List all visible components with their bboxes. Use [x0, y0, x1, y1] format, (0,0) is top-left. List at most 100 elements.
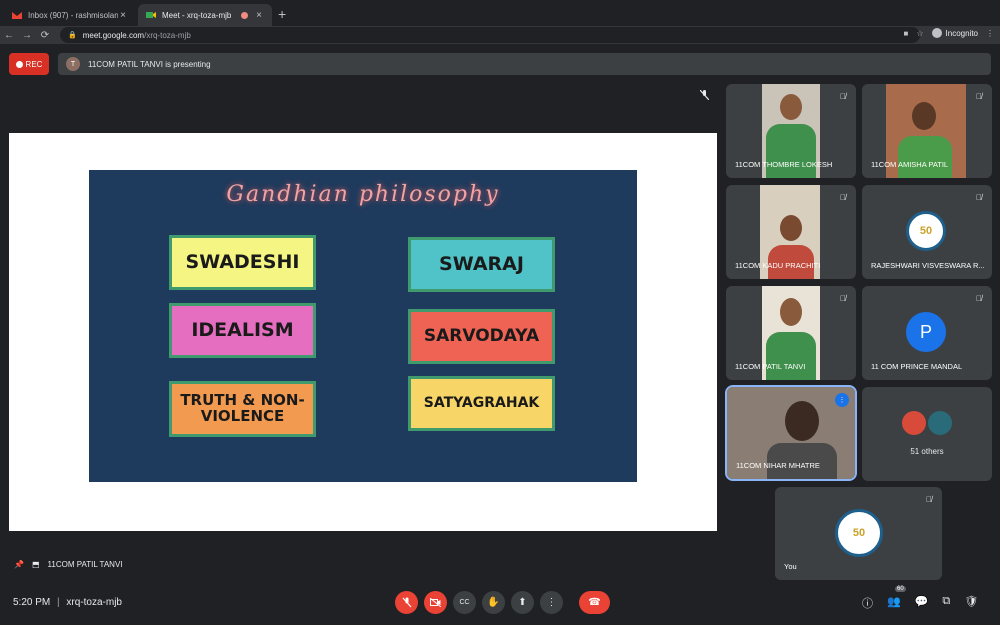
- mic-off-icon: 🎙̸: [840, 294, 846, 303]
- people-icon: 👥: [887, 596, 901, 608]
- host-controls-button[interactable]: 🛡: [964, 595, 978, 611]
- meeting-controls-bar: 5:20 PM | xrq-toza-mjb CC ✋ ⬆ ⋮ ☎ ⓘ 👥 60…: [0, 586, 1000, 618]
- participant-name: 11COM AMISHA PATIL: [871, 160, 949, 169]
- card-swadeshi: SWADESHI: [169, 235, 316, 290]
- participant-avatar: [928, 411, 952, 435]
- presenting-banner: T 11COM PATIL TANVI is presenting: [58, 53, 991, 75]
- presenting-text: 11COM PATIL TANVI is presenting: [88, 59, 211, 69]
- tab-meet[interactable]: Meet - xrq-toza-mjb ×: [138, 4, 272, 26]
- present-screen-icon[interactable]: ⬒: [32, 560, 40, 569]
- activities-button[interactable]: ⧉: [942, 595, 950, 611]
- participant-tile[interactable]: 🎙̸ 11COM KADU PRACHITI: [726, 185, 856, 279]
- self-tile[interactable]: 50 🎙̸ You: [775, 487, 942, 580]
- mic-off-icon: 🎙̸: [976, 193, 982, 202]
- recording-indicator-icon: [241, 11, 248, 19]
- participant-name: 11COM NIHAR MHATRE: [736, 461, 820, 470]
- reload-button[interactable]: ⟳: [36, 30, 54, 41]
- gmail-icon: [12, 12, 22, 19]
- mic-off-icon: 🎙̸: [840, 193, 846, 202]
- more-options-button[interactable]: ⋮: [540, 591, 563, 614]
- tab-gmail[interactable]: Inbox (907) - rashmisolanki@m ×: [4, 4, 136, 26]
- card-swaraj: SWARAJ: [408, 237, 555, 292]
- participant-tile[interactable]: 🎙̸ 11COM AMISHA PATIL: [862, 84, 992, 178]
- toolbar-right: ■ ☆ Incognito ⋮: [904, 28, 994, 38]
- address-bar[interactable]: 🔒 meet.google.com /xrq-toza-mjb: [60, 27, 920, 43]
- participant-tile[interactable]: 🎙̸ 11COM PATIL TANVI: [726, 286, 856, 380]
- participant-tile[interactable]: P 🎙̸ 11 COM PRINCE MANDAL: [862, 286, 992, 380]
- new-tab-button[interactable]: +: [278, 6, 286, 22]
- school-logo-avatar: 50: [906, 211, 946, 251]
- presenter-name: 11COM PATIL TANVI: [47, 560, 123, 569]
- self-name: You: [784, 562, 797, 571]
- tab-title: Inbox (907) - rashmisolanki@m: [28, 10, 118, 20]
- others-avatars: [902, 411, 952, 435]
- participant-avatar: [902, 411, 926, 435]
- card-idealism: IDEALISM: [169, 303, 316, 358]
- close-tab-icon[interactable]: ×: [254, 10, 264, 21]
- right-controls: ⓘ 👥 60 💬 ⧉ 🛡: [862, 586, 978, 611]
- presenter-avatar: T: [66, 57, 80, 71]
- mic-off-icon: 🎙̸: [976, 294, 982, 303]
- leave-call-button[interactable]: ☎: [579, 591, 610, 614]
- close-tab-icon[interactable]: ×: [118, 10, 128, 21]
- participant-tile[interactable]: 🎙̸ 11COM THOMBRE LOKESH: [726, 84, 856, 178]
- people-button[interactable]: 👥 60: [887, 586, 906, 611]
- card-sarvodaya: SARVODAYA: [408, 309, 555, 364]
- others-tile[interactable]: 51 others: [862, 387, 992, 481]
- record-dot-icon: [15, 60, 23, 68]
- card-satyagrahak: SATYAGRAHAK: [408, 376, 555, 431]
- meeting-code: xrq-toza-mjb: [66, 597, 122, 608]
- card-truth-non-violence: TRUTH & NON-VIOLENCE: [169, 381, 316, 437]
- tab-title: Meet - xrq-toza-mjb: [162, 10, 232, 20]
- mic-off-icon: 🎙̸: [926, 495, 932, 504]
- mic-off-icon: 🎙̸: [976, 92, 982, 101]
- meet-icon: [146, 12, 156, 18]
- browser-toolbar: ← → ⟳ 🔒 meet.google.com /xrq-toza-mjb ■ …: [0, 26, 1000, 44]
- slide-title: Gandhian philosophy: [226, 182, 500, 207]
- camera-off-icon: [430, 598, 441, 607]
- people-count-badge: 60: [895, 586, 906, 592]
- incognito-indicator[interactable]: Incognito: [931, 28, 978, 38]
- participant-name: 11COM PATIL TANVI: [735, 362, 806, 371]
- mic-off-button[interactable]: [395, 591, 418, 614]
- participant-name: RAJESHWARI VISVESWARA R...: [871, 261, 985, 270]
- star-icon[interactable]: ☆: [916, 29, 923, 38]
- present-now-button[interactable]: ⬆: [511, 591, 534, 614]
- rec-label: REC: [25, 59, 43, 69]
- meeting-time: 5:20 PM: [13, 597, 51, 608]
- url-path: /xrq-toza-mjb: [144, 30, 191, 40]
- forward-button[interactable]: →: [18, 30, 36, 41]
- participant-name: 11 COM PRINCE MANDAL: [871, 362, 963, 371]
- speaking-indicator-icon: ⋮: [835, 393, 849, 407]
- raise-hand-button[interactable]: ✋: [482, 591, 505, 614]
- others-count: 51 others: [910, 447, 944, 456]
- url-host: meet.google.com: [82, 30, 145, 40]
- chat-button[interactable]: 💬: [915, 595, 929, 611]
- participant-tile-active-speaker[interactable]: ⋮ 11COM NIHAR MHATRE: [725, 385, 857, 481]
- back-button[interactable]: ←: [0, 30, 18, 41]
- presentation-stage: Gandhian philosophy SWADESHI SWARAJ IDEA…: [9, 133, 717, 531]
- mic-off-icon: [402, 597, 411, 608]
- center-controls: CC ✋ ⬆ ⋮ ☎: [395, 591, 610, 614]
- participant-name: 11COM KADU PRACHITI: [735, 261, 821, 270]
- incognito-label: Incognito: [945, 28, 978, 38]
- separator: |: [57, 597, 60, 608]
- recording-badge[interactable]: REC: [9, 53, 49, 75]
- meeting-details: 5:20 PM | xrq-toza-mjb: [13, 597, 122, 608]
- slide: Gandhian philosophy SWADESHI SWARAJ IDEA…: [89, 170, 637, 482]
- participant-tile[interactable]: 50 🎙̸ RAJESHWARI VISVESWARA R...: [862, 185, 992, 279]
- menu-icon[interactable]: ⋮: [986, 29, 994, 38]
- presenter-mic-off-icon: [699, 89, 710, 102]
- browser-tab-bar: Inbox (907) - rashmisolanki@m × Meet - x…: [0, 0, 1000, 26]
- meeting-details-button[interactable]: ⓘ: [862, 595, 873, 611]
- camera-icon[interactable]: ■: [904, 29, 909, 38]
- self-logo-avatar: 50: [835, 509, 883, 557]
- pin-icon[interactable]: 📌: [14, 560, 24, 569]
- captions-button[interactable]: CC: [453, 591, 476, 614]
- incognito-icon: [931, 28, 942, 38]
- camera-off-button[interactable]: [424, 591, 447, 614]
- participant-name: 11COM THOMBRE LOKESH: [735, 160, 833, 169]
- presentation-footer: 📌 ⬒ 11COM PATIL TANVI: [14, 560, 123, 569]
- lock-icon: 🔒: [68, 32, 77, 39]
- participant-avatar: P: [906, 312, 946, 352]
